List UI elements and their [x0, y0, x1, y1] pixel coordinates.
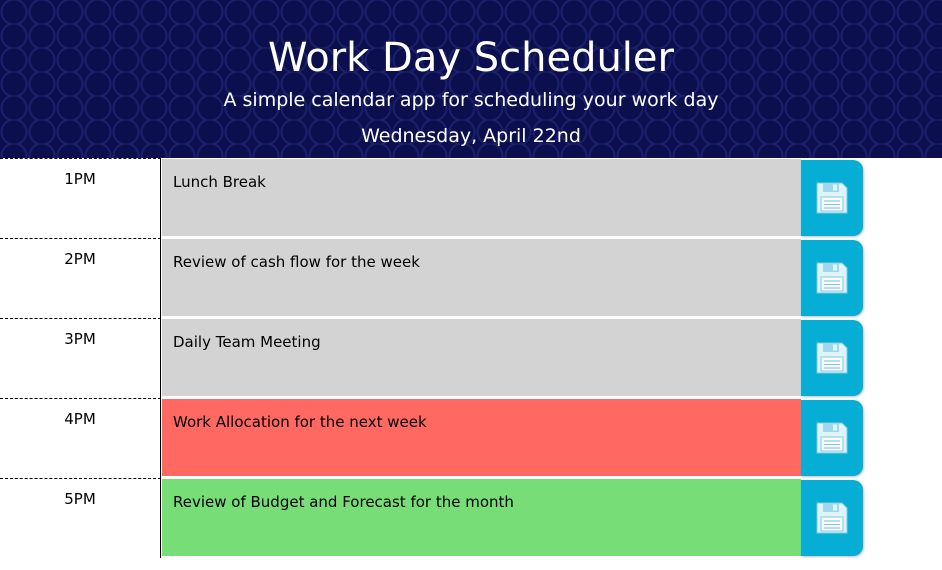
time-block-row: 2PM Review of cash flow for the week: [0, 238, 942, 318]
time-block-list: 1PM Lunch Break 2PM Review of cash flow …: [0, 158, 942, 558]
page-subtitle: A simple calendar app for scheduling you…: [223, 89, 719, 111]
time-block-row: 5PM Review of Budget and Forecast for th…: [0, 478, 942, 558]
hour-label: 2PM: [0, 238, 161, 318]
save-button[interactable]: [801, 480, 863, 556]
hour-label: 4PM: [0, 398, 161, 478]
event-description-input[interactable]: Review of Budget and Forecast for the mo…: [162, 479, 801, 557]
header-jumbotron: Work Day Scheduler A simple calendar app…: [0, 0, 942, 158]
floppy-disk-icon: [814, 500, 850, 536]
hour-label: 5PM: [0, 478, 161, 558]
event-description-input[interactable]: Daily Team Meeting: [162, 319, 801, 397]
event-description-input[interactable]: Lunch Break: [162, 159, 801, 237]
floppy-disk-icon: [814, 260, 850, 296]
event-description-input[interactable]: Work Allocation for the next week: [162, 399, 801, 477]
time-block-row: 1PM Lunch Break: [0, 158, 942, 238]
current-day: Wednesday, April 22nd: [361, 125, 581, 147]
time-block-row: 3PM Daily Team Meeting: [0, 318, 942, 398]
hour-label: 3PM: [0, 318, 161, 398]
time-block-row: 4PM Work Allocation for the next week: [0, 398, 942, 478]
floppy-disk-icon: [814, 340, 850, 376]
page-title: Work Day Scheduler: [268, 35, 674, 81]
save-button[interactable]: [801, 400, 863, 476]
save-button[interactable]: [801, 240, 863, 316]
save-button[interactable]: [801, 320, 863, 396]
hour-label: 1PM: [0, 158, 161, 238]
floppy-disk-icon: [814, 180, 850, 216]
save-button[interactable]: [801, 160, 863, 236]
event-description-input[interactable]: Review of cash flow for the week: [162, 239, 801, 317]
floppy-disk-icon: [814, 420, 850, 456]
